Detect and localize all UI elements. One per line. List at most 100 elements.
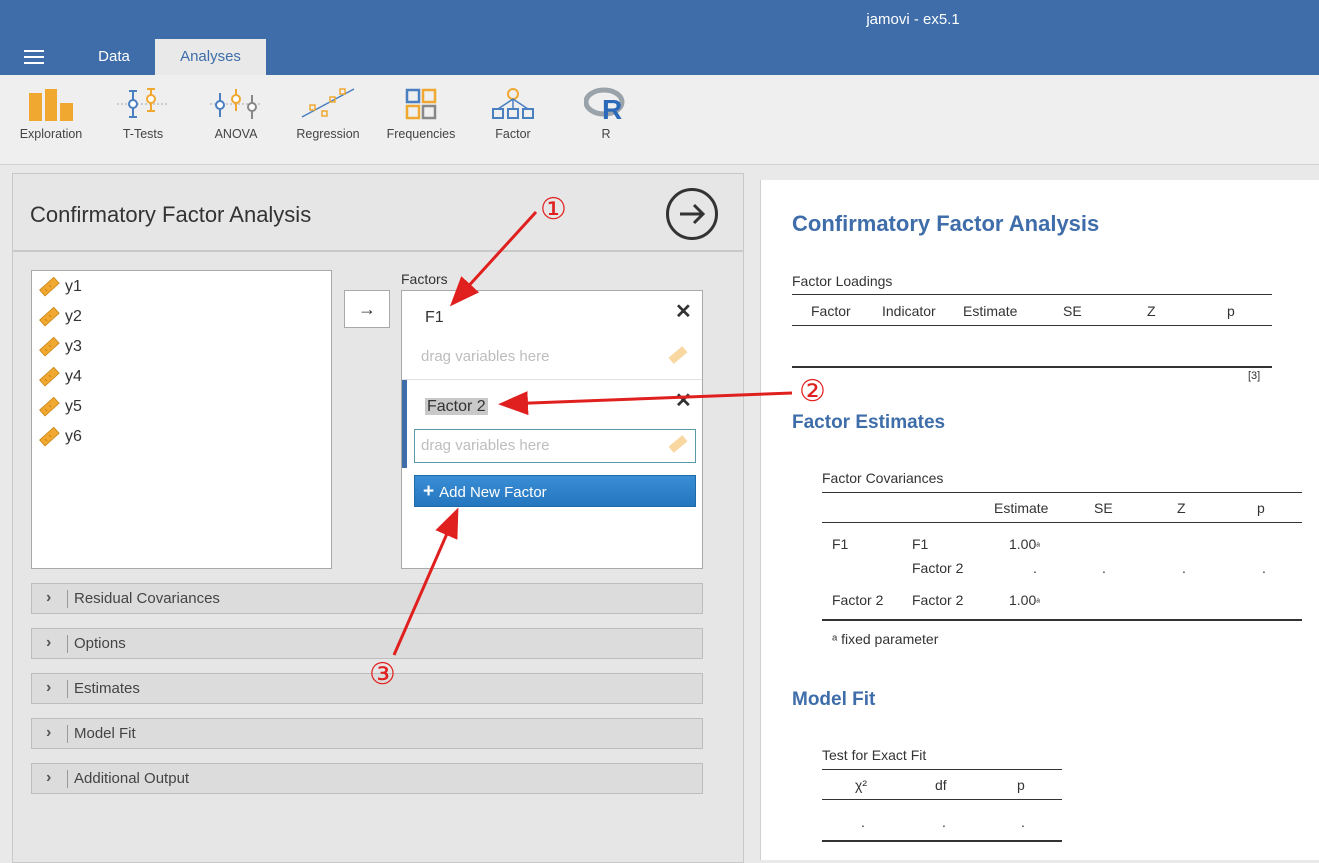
move-to-factors-button[interactable]: → (344, 290, 390, 328)
ruler-icon (39, 306, 60, 327)
col-header-estimate: Estimate (963, 303, 1018, 319)
plus-icon: + (423, 481, 435, 502)
factor-2-drop-placeholder: drag variables here (421, 437, 550, 454)
anova-button[interactable]: ANOVA (194, 87, 278, 141)
exploration-icon (29, 89, 73, 121)
cell-factor: F1 (832, 536, 849, 552)
ruler-icon (39, 366, 60, 387)
table-rule (822, 840, 1062, 842)
model-fit-heading: Model Fit (792, 689, 876, 710)
panel-title: Confirmatory Factor Analysis (30, 202, 312, 227)
col-header-df: df (935, 777, 947, 793)
cell-factor: Factor 2 (832, 592, 884, 608)
factor-icon (492, 88, 534, 119)
factor-estimates-heading: Factor Estimates (792, 412, 946, 433)
col-header-se: SE (1063, 303, 1082, 319)
variable-list[interactable]: y1 y2 y3 y4 y5 y6 (31, 270, 332, 569)
r-button[interactable]: R R (564, 87, 648, 141)
section-label: Residual Covariances (74, 590, 220, 607)
cell-chi-square: . (861, 814, 865, 830)
factor-loadings-caption: Factor Loadings (792, 273, 893, 289)
exploration-button[interactable]: Exploration (9, 87, 93, 141)
chevron-right-icon: › (46, 589, 52, 606)
results-title: Confirmatory Factor Analysis (792, 211, 1100, 236)
section-model-fit[interactable]: › Model Fit (31, 718, 703, 749)
ruler-icon (39, 336, 60, 357)
regression-icon (301, 88, 355, 118)
tab-data[interactable]: Data (78, 39, 150, 75)
fixed-parameter-mark: ᵃ (1036, 541, 1040, 552)
cell-p: . (1262, 560, 1266, 576)
col-header-p: p (1227, 303, 1235, 319)
cell-factor: Factor 2 (912, 592, 964, 608)
t-tests-label: T-Tests (122, 127, 164, 141)
ruler-icon (39, 396, 60, 417)
variable-name: y4 (65, 368, 82, 385)
cell-df: . (942, 814, 946, 830)
r-icon: R (584, 87, 625, 121)
cell-factor: Factor 2 (912, 560, 964, 576)
ruler-icon (39, 276, 60, 297)
panel-title-divider (13, 250, 744, 252)
cell-estimate: 1.00ᵃ (1009, 592, 1040, 608)
section-residual-covariances[interactable]: › Residual Covariances (31, 583, 703, 614)
variable-name: y1 (65, 278, 82, 295)
section-estimates[interactable]: › Estimates (31, 673, 703, 704)
ruler-icon (39, 426, 60, 447)
anova-icon (210, 89, 262, 119)
add-new-factor-label: Add New Factor (439, 484, 547, 501)
selected-factor-indicator (402, 380, 407, 468)
arrow-right-circle-icon (680, 203, 706, 225)
run-analysis-button[interactable] (666, 188, 718, 240)
exact-fit-caption: Test for Exact Fit (822, 747, 927, 763)
col-header-chi-square: χ² (855, 777, 868, 793)
cell-estimate: . (1033, 560, 1037, 576)
annotation-marker-3: ③ (369, 658, 396, 691)
table-rule (822, 492, 1302, 493)
section-label: Estimates (74, 680, 140, 697)
factor-divider (402, 379, 702, 380)
frequencies-icon (405, 88, 437, 120)
remove-factor-f1-icon[interactable]: ✕ (675, 299, 692, 324)
factor-2-name-text[interactable]: Factor 2 (425, 398, 488, 415)
factors-list: F1 ✕ drag variables here Factor 2 ✕ drag… (401, 290, 703, 569)
estimate-value: 1.00 (1009, 536, 1037, 552)
analyses-ribbon: Exploration T-Tests ANOVA Regression Fre… (0, 75, 1319, 165)
col-header-indicator: Indicator (882, 303, 936, 319)
annotation-marker-2: ② (799, 375, 826, 408)
variable-name: y6 (65, 428, 82, 445)
results-panel: Confirmatory Factor Analysis Factor Load… (760, 180, 1319, 860)
add-new-factor-button[interactable]: + Add New Factor (414, 475, 696, 507)
hamburger-menu-icon[interactable] (24, 50, 44, 64)
tab-analyses[interactable]: Analyses (155, 39, 266, 75)
section-options[interactable]: › Options (31, 628, 703, 659)
anova-label: ANOVA (214, 127, 258, 141)
frequencies-button[interactable]: Frequencies (379, 87, 463, 141)
cell-factor: F1 (912, 536, 929, 552)
t-tests-button[interactable]: T-Tests (101, 87, 185, 141)
factor-covariances-caption: Factor Covariances (822, 470, 944, 486)
title-bar: jamovi - ex5.1 Data Analyses (0, 0, 1319, 75)
remove-factor-factor-2-icon[interactable]: ✕ (675, 388, 692, 413)
f1-drop-placeholder[interactable]: drag variables here (421, 348, 549, 365)
section-label: Model Fit (74, 725, 136, 742)
factor-name-f1[interactable]: F1 (425, 309, 444, 327)
reference-note[interactable]: [3] (1248, 370, 1260, 382)
r-label: R (601, 127, 611, 141)
factor-2-drop-ruler-icon (668, 435, 688, 453)
col-header-estimate: Estimate (994, 500, 1049, 516)
t-tests-icon (117, 88, 169, 118)
table-rule (822, 799, 1062, 800)
factor-button[interactable]: Factor (471, 87, 555, 141)
chevron-right-icon: › (46, 769, 52, 786)
exploration-label: Exploration (19, 127, 83, 141)
table-rule (822, 619, 1302, 621)
table-rule (822, 522, 1302, 523)
chevron-right-icon: › (46, 679, 52, 696)
regression-button[interactable]: Regression (286, 87, 370, 141)
variable-name: y2 (65, 308, 82, 325)
section-additional-output[interactable]: › Additional Output (31, 763, 703, 794)
factor-name-factor-2[interactable]: Factor 2 (425, 398, 488, 416)
col-header-z: Z (1177, 500, 1186, 516)
col-header-se: SE (1094, 500, 1113, 516)
